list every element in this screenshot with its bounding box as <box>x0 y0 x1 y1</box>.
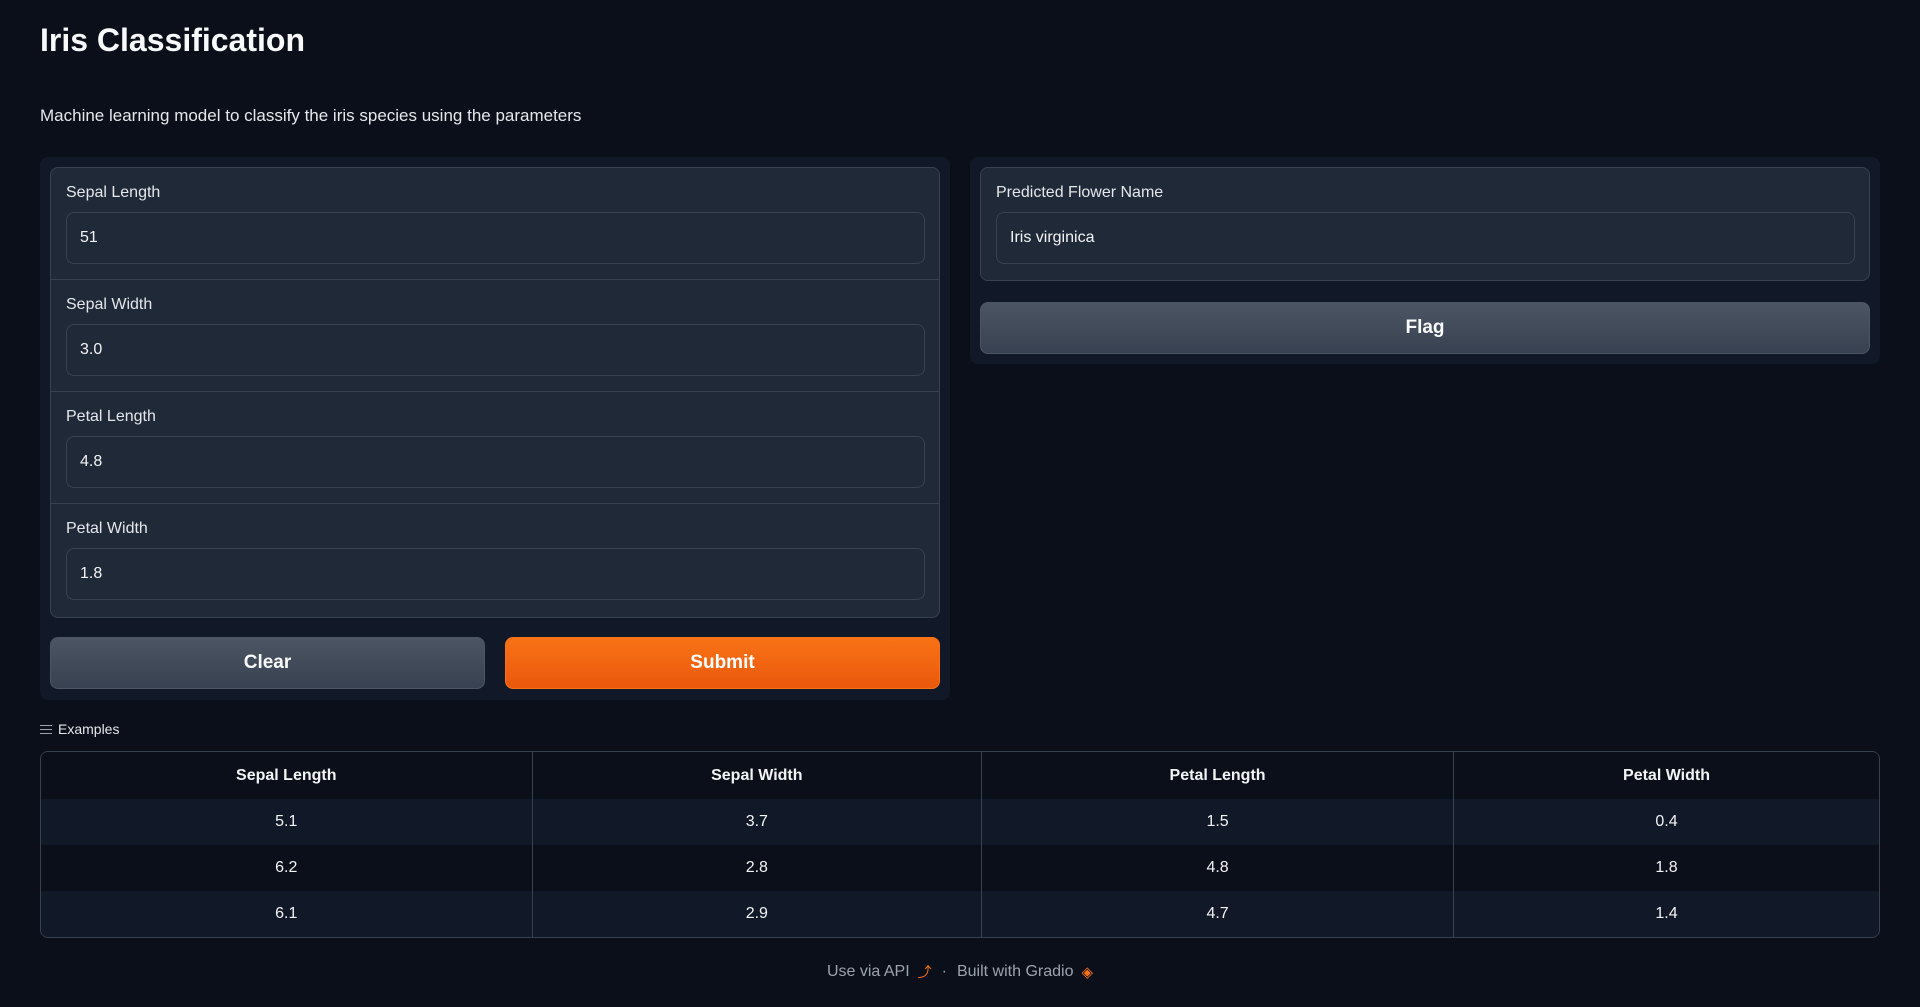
example-cell: 6.1 <box>41 891 533 937</box>
example-cell: 1.5 <box>981 799 1455 845</box>
list-icon <box>40 724 52 734</box>
example-cell: 6.2 <box>41 845 533 891</box>
column-header-petal-width: Petal Width <box>1453 752 1879 799</box>
examples-header-row: Sepal Length Sepal Width Petal Length Pe… <box>41 752 1879 799</box>
example-cell: 4.7 <box>981 891 1455 937</box>
examples-table: Sepal Length Sepal Width Petal Length Pe… <box>40 751 1880 938</box>
input-fields-block: Sepal Length Sepal Width Petal Length Pe… <box>50 167 940 618</box>
column-header-petal-length: Petal Length <box>981 752 1455 799</box>
example-cell: 4.8 <box>981 845 1455 891</box>
use-via-api-label: Use via API <box>826 963 910 980</box>
column-header-sepal-width: Sepal Width <box>532 752 983 799</box>
gradio-logo-icon: ◈ <box>1081 964 1094 981</box>
sepal-length-input[interactable] <box>66 212 925 264</box>
column-header-sepal-length: Sepal Length <box>41 752 533 799</box>
footer-separator: · <box>941 963 947 980</box>
flag-button[interactable]: Flag <box>980 302 1870 354</box>
predicted-flower-label: Predicted Flower Name <box>996 184 1164 201</box>
use-via-api-link[interactable]: Use via API ⤴ <box>827 962 932 982</box>
example-cell: 5.1 <box>41 799 533 845</box>
examples-label: Examples <box>58 721 120 737</box>
sepal-width-field: Sepal Width <box>51 280 939 392</box>
petal-width-field: Petal Width <box>51 504 939 616</box>
sepal-length-label: Sepal Length <box>66 184 161 201</box>
built-with-gradio-link[interactable]: Built with Gradio ◈ <box>957 963 1093 981</box>
predicted-flower-output[interactable] <box>996 212 1855 264</box>
example-cell: 1.8 <box>1453 845 1879 891</box>
gradio-app: Iris Classification Machine learning mod… <box>0 0 1920 1007</box>
example-cell: 1.4 <box>1453 891 1879 937</box>
clear-button[interactable]: Clear <box>50 637 485 689</box>
example-row[interactable]: 5.1 3.7 1.5 0.4 <box>41 799 1879 845</box>
petal-length-label: Petal Length <box>66 408 156 425</box>
petal-width-label: Petal Width <box>66 520 148 537</box>
footer: Use via API ⤴ · Built with Gradio ◈ <box>0 962 1920 982</box>
page-title: Iris Classification <box>40 22 305 58</box>
predicted-flower-field: Predicted Flower Name <box>980 167 1870 281</box>
page-description: Machine learning model to classify the i… <box>40 106 582 125</box>
petal-width-input[interactable] <box>66 548 925 600</box>
rocket-icon: ⤴ <box>917 964 932 980</box>
petal-length-input[interactable] <box>66 436 925 488</box>
submit-button[interactable]: Submit <box>505 637 940 689</box>
sepal-width-input[interactable] <box>66 324 925 376</box>
example-row[interactable]: 6.1 2.9 4.7 1.4 <box>41 891 1879 937</box>
examples-header: Examples <box>40 721 119 737</box>
example-cell: 3.7 <box>532 799 983 845</box>
example-cell: 0.4 <box>1453 799 1879 845</box>
petal-length-field: Petal Length <box>51 392 939 504</box>
example-cell: 2.9 <box>532 891 983 937</box>
sepal-width-label: Sepal Width <box>66 296 153 313</box>
built-with-gradio-label: Built with Gradio <box>956 963 1074 980</box>
example-cell: 2.8 <box>532 845 983 891</box>
example-row[interactable]: 6.2 2.8 4.8 1.8 <box>41 845 1879 891</box>
sepal-length-field: Sepal Length <box>51 168 939 280</box>
